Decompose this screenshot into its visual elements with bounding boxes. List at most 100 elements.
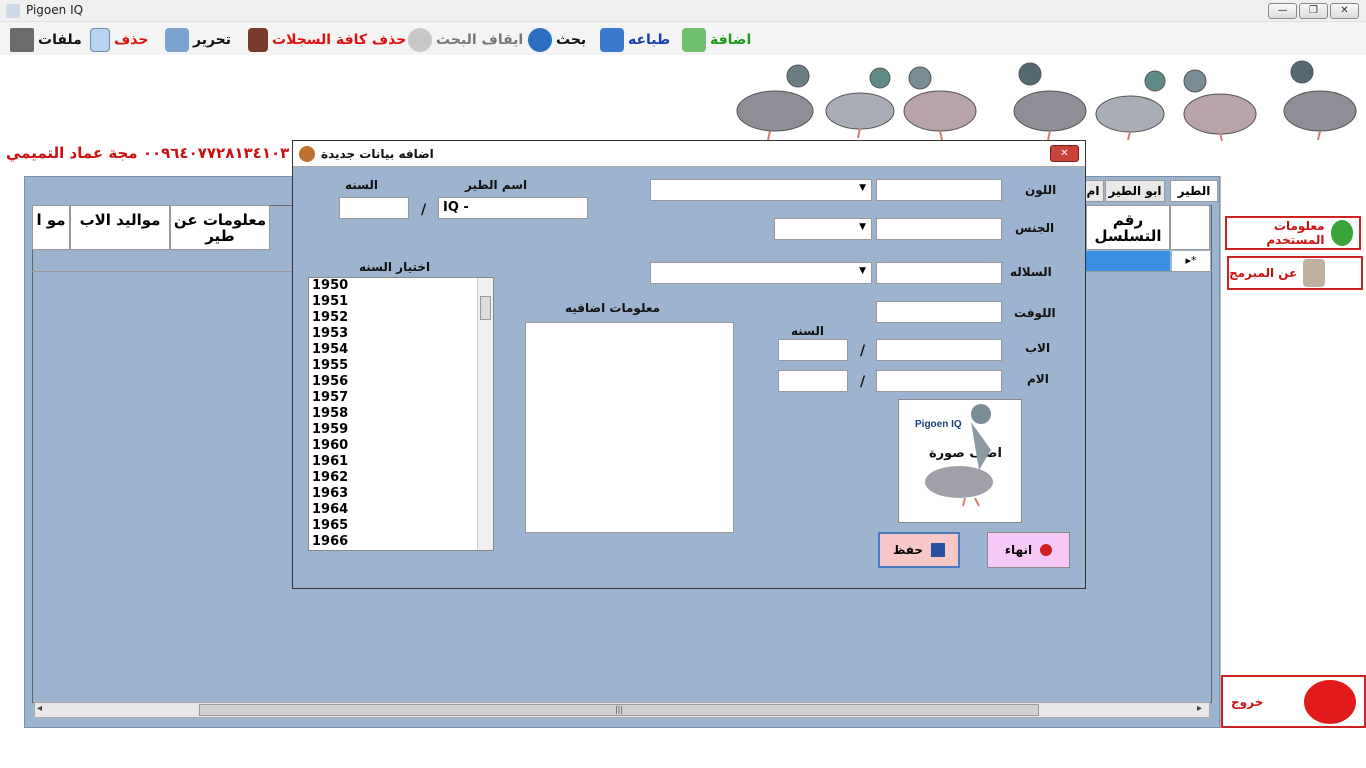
chevron-down-icon: ▼ — [859, 266, 866, 276]
header-father-births[interactable]: مواليد الاب — [70, 205, 170, 250]
about-programmer-button[interactable]: عن المبرمج — [1227, 256, 1363, 290]
delete-all-label: حذف كافة السجلات — [272, 32, 407, 48]
user-info-button[interactable]: معلومات المستخدم — [1225, 216, 1361, 250]
scroll-left-arrow[interactable]: ◂ — [37, 703, 42, 714]
delete-button[interactable]: حذف — [90, 28, 148, 52]
search-label: بحث — [556, 32, 587, 48]
dialog-close-button[interactable]: ✕ — [1050, 145, 1079, 162]
stop-search-icon — [408, 28, 432, 52]
stop-search-label: ايقاف البحث — [436, 32, 524, 48]
add-label: اضافة — [710, 32, 752, 48]
color-dropdown[interactable]: ▼ — [650, 179, 872, 201]
add-envelope-icon — [682, 28, 706, 52]
year-option[interactable]: 1960 — [309, 438, 475, 454]
stop-search-button[interactable]: ايقاف البحث — [408, 28, 523, 52]
save-button[interactable]: حفظ — [878, 532, 960, 568]
selected-cell[interactable] — [1086, 251, 1170, 271]
maximize-button[interactable]: ❐ — [1299, 3, 1328, 19]
year-option[interactable]: 1966 — [309, 534, 475, 550]
toolbar: ملفات حذف تحرير حذف كافة السجلات ايقاف ا… — [0, 22, 1366, 55]
year-option[interactable]: 1952 — [309, 310, 475, 326]
year-input[interactable] — [339, 197, 409, 219]
extra-info-textarea[interactable] — [525, 322, 734, 533]
chevron-down-icon: ▼ — [859, 183, 866, 193]
year-scroll-thumb[interactable] — [480, 296, 491, 320]
sex-label: الجنس — [1015, 221, 1055, 235]
pigeons-banner-image — [736, 60, 1357, 142]
year-option[interactable]: 1963 — [309, 486, 475, 502]
add-data-dialog: اضافه بيانات جديدة ✕ السنه اسم الطير / I… — [292, 140, 1086, 589]
print-button[interactable]: طباعه — [600, 28, 670, 52]
exit-button[interactable]: خروج — [1221, 675, 1366, 728]
about-label: عن المبرمج — [1229, 266, 1298, 280]
app-icon — [6, 4, 20, 18]
pigeon-icon — [925, 404, 993, 507]
year-option[interactable]: 1959 — [309, 422, 475, 438]
dialog-app-icon — [299, 146, 315, 162]
father-input[interactable] — [876, 339, 1002, 361]
finish-button[interactable]: انهاء — [987, 532, 1070, 568]
slash-separator: / — [421, 202, 427, 218]
year-option[interactable]: 1965 — [309, 518, 475, 534]
year-listbox[interactable]: 1950 1951 1952 1953 1954 1955 1956 1957 1958 1959… — [308, 277, 494, 551]
year-option[interactable]: 1955 — [309, 358, 475, 374]
strain-label: السلاله — [1010, 265, 1052, 279]
search-icon — [528, 28, 552, 52]
strain-dropdown[interactable]: ▼ — [650, 262, 872, 284]
edit-label: تحرير — [193, 32, 232, 48]
year-option[interactable]: 1964 — [309, 502, 475, 518]
loft-input[interactable] — [876, 301, 1002, 323]
year-option[interactable]: 1950 — [309, 278, 475, 294]
pick-year-label: اختيار السنه — [359, 260, 431, 274]
mother-input[interactable] — [876, 370, 1002, 392]
loft-label: اللوفت — [1014, 306, 1056, 320]
extra-info-label: معلومات اضافيه — [565, 301, 661, 315]
files-button[interactable]: ملفات — [10, 28, 82, 52]
header-serial[interactable]: رقم التسلسل — [1086, 205, 1170, 250]
year-option[interactable]: 1953 — [309, 326, 475, 342]
tab-bird[interactable]: الطير — [1170, 180, 1218, 202]
files-label: ملفات — [38, 32, 82, 48]
color-input[interactable] — [876, 179, 1002, 201]
strain-input[interactable] — [876, 262, 1002, 284]
delete-all-button[interactable]: حذف كافة السجلات — [248, 28, 406, 52]
printer-icon — [600, 28, 624, 52]
mother-year-input[interactable] — [778, 370, 848, 392]
grid-corner — [1170, 205, 1210, 250]
user-info-label: معلومات المستخدم — [1266, 219, 1325, 247]
bird-name-label: اسم الطير — [465, 178, 528, 192]
mother-label: الام — [1027, 372, 1049, 386]
row-marker: ▸* — [1172, 251, 1210, 271]
add-photo-box[interactable]: Pigoen IQ اضف صورة — [898, 399, 1022, 523]
edit-arrow-icon — [165, 28, 189, 52]
bird-name-input[interactable]: IQ - — [438, 197, 588, 219]
year-scrollbar[interactable] — [477, 278, 493, 550]
year-option[interactable]: 1954 — [309, 342, 475, 358]
save-label: حفظ — [892, 543, 924, 557]
year-option[interactable]: 1961 — [309, 454, 475, 470]
dialog-title: اضافه بيانات جديدة — [321, 147, 434, 161]
year-option[interactable]: 1958 — [309, 406, 475, 422]
minimize-button[interactable]: — — [1268, 3, 1297, 19]
tab-father[interactable]: ابو الطير — [1105, 180, 1165, 202]
edit-button[interactable]: تحرير — [165, 28, 231, 52]
contact-text: ٠٠٩٦٤٠٧٧٢٨١٣٤١٠٣ مجة عماد التميمي — [6, 144, 290, 162]
status-strip — [0, 728, 1366, 768]
dialog-title-bar: اضافه بيانات جديدة ✕ — [293, 141, 1085, 167]
close-window-button[interactable]: ✕ — [1330, 3, 1359, 19]
search-button[interactable]: بحث — [528, 28, 586, 52]
header-bird-info[interactable]: معلومات عن طير — [170, 205, 270, 250]
add-button[interactable]: اضافة — [682, 28, 751, 52]
year-option[interactable]: 1956 — [309, 374, 475, 390]
father-year-input[interactable] — [778, 339, 848, 361]
sex-dropdown[interactable]: ▼ — [774, 218, 872, 240]
year-option[interactable]: 1957 — [309, 390, 475, 406]
scroll-thumb[interactable]: ||| — [199, 704, 1039, 716]
scroll-right-arrow[interactable]: ▸ — [1197, 703, 1202, 714]
title-bar: Pigoen IQ — ❐ ✕ — [0, 0, 1366, 22]
year-option[interactable]: 1951 — [309, 294, 475, 310]
year-option[interactable]: 1962 — [309, 470, 475, 486]
horizontal-scrollbar[interactable]: ◂ ||| ▸ — [34, 702, 1210, 718]
header-cut[interactable]: مو ا — [32, 205, 70, 250]
sex-input[interactable] — [876, 218, 1002, 240]
